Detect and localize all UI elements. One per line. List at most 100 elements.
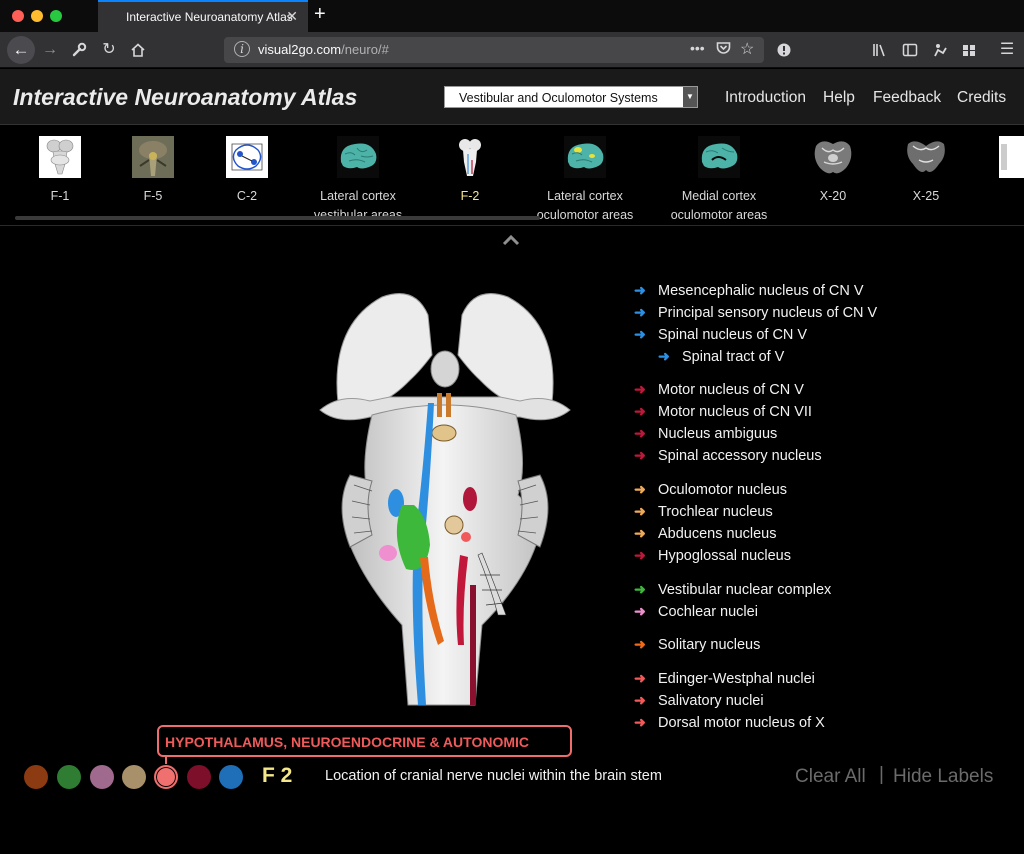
extension-info-icon[interactable] [773, 39, 795, 65]
arrow-right-icon: ➜ [634, 603, 646, 620]
thumbnail-x25[interactable]: X-25 [896, 136, 956, 206]
thumbnail-lateral-cortex-oculomotor[interactable]: Lateral cortex oculomotor areas [530, 136, 640, 225]
page-actions-icon[interactable]: ••• [690, 40, 705, 56]
arrow-right-icon: ➜ [634, 304, 646, 321]
figure-caption: Location of cranial nerve nuclei within … [325, 768, 662, 784]
thumbnail-label: F-2 [460, 189, 480, 203]
legend-item[interactable]: ➜ Cochlear nuclei [634, 603, 758, 623]
legend-item[interactable]: ➜ Spinal nucleus of CN V [634, 326, 807, 346]
thumbnail-scrollbar[interactable] [15, 216, 540, 220]
category-swatch[interactable] [90, 765, 114, 789]
thumbnail-f2[interactable]: F-2 [440, 136, 500, 206]
zoom-window-button[interactable] [50, 10, 62, 22]
chevron-up-icon[interactable] [502, 233, 520, 249]
nav-help[interactable]: Help [823, 89, 855, 107]
thumbnail-c2[interactable]: C-2 [217, 136, 277, 206]
thumbnail-lateral-cortex-vestibular[interactable]: Lateral cortex vestibular areas [305, 136, 411, 225]
url-path: /neuro/# [341, 42, 389, 57]
bookmark-star-icon[interactable]: ☆ [740, 39, 754, 59]
separator: | [879, 764, 884, 785]
arrow-right-icon: ➜ [634, 692, 646, 709]
thumbnail-strip: F-1 F-5 C-2 Lateral cortex vestibular ar… [0, 126, 1024, 226]
legend-item[interactable]: ➜ Mesencephalic nucleus of CN V [634, 282, 864, 302]
new-tab-button[interactable]: + [314, 3, 326, 26]
legend-item[interactable]: ➜ Hypoglossal nucleus [634, 547, 791, 567]
arrow-right-icon: ➜ [634, 581, 646, 598]
arrow-right-icon: ➜ [634, 447, 646, 464]
legend-item[interactable]: ➜ Solitary nucleus [634, 636, 760, 656]
legend-item[interactable]: ➜ Edinger-Westphal nuclei [634, 670, 815, 690]
legend-item[interactable]: ➜ Spinal tract of V [658, 348, 784, 368]
legend-item[interactable]: ➜ Nucleus ambiguus [634, 425, 777, 445]
category-swatch[interactable] [57, 765, 81, 789]
url-host: visual2go.com [258, 42, 342, 57]
arrow-right-icon: ➜ [634, 381, 646, 398]
clear-all-button[interactable]: Clear All [795, 766, 866, 788]
arrow-right-icon: ➜ [634, 525, 646, 542]
extension-puzzle-icon[interactable] [958, 39, 980, 65]
sidebar-icon[interactable] [899, 39, 921, 65]
category-swatch[interactable] [187, 765, 211, 789]
back-button[interactable]: ← [7, 36, 35, 64]
arrow-right-icon: ➜ [634, 547, 646, 564]
reload-icon[interactable]: ↻ [98, 39, 120, 61]
category-swatch-active[interactable] [154, 765, 178, 789]
legend-item[interactable]: ➜ Abducens nucleus [634, 525, 777, 545]
forward-button[interactable]: → [39, 39, 61, 61]
arrow-right-icon: ➜ [634, 503, 646, 520]
nav-introduction[interactable]: Introduction [725, 89, 806, 107]
minimize-window-button[interactable] [31, 10, 43, 22]
tab-active[interactable]: Interactive Neuroanatomy Atlas ✕ [98, 0, 308, 32]
section-thumbnail-image [812, 136, 854, 178]
legend-item[interactable]: ➜ Salivatory nuclei [634, 692, 764, 712]
thumbnail-partial[interactable] [999, 136, 1024, 178]
legend-item[interactable]: ➜ Motor nucleus of CN V [634, 381, 804, 401]
legend-item[interactable]: ➜ Oculomotor nucleus [634, 481, 787, 501]
arrow-right-icon: ➜ [634, 481, 646, 498]
system-select[interactable]: Vestibular and Oculomotor Systems ▼ [444, 86, 698, 108]
photo-thumbnail-image [132, 136, 174, 178]
thumbnail-medial-cortex-oculomotor[interactable]: Medial cortex oculomotor areas [665, 136, 773, 225]
legend-item[interactable]: ➜ Dorsal motor nucleus of X [634, 714, 825, 734]
thumbnail-x20[interactable]: X-20 [803, 136, 863, 206]
nav-feedback[interactable]: Feedback [873, 89, 941, 107]
app-title: Interactive Neuroanatomy Atlas [13, 84, 358, 110]
legend-item[interactable]: ➜ Trochlear nucleus [634, 503, 773, 523]
hide-labels-button[interactable]: Hide Labels [893, 766, 993, 788]
legend-item[interactable]: ➜ Spinal accessory nucleus [634, 447, 822, 467]
legend-item[interactable]: ➜ Principal sensory nucleus of CN V [634, 304, 877, 324]
thumbnail-label: X-20 [819, 189, 847, 203]
wrench-icon[interactable] [68, 39, 90, 65]
category-swatch[interactable] [219, 765, 243, 789]
extension-figure-icon[interactable] [929, 39, 951, 65]
legend-item[interactable]: ➜ Vestibular nuclear complex [634, 581, 831, 601]
category-tooltip: HYPOTHALAMUS, NEUROENDOCRINE & AUTONOMIC [157, 725, 572, 757]
thumbnail-label: F-5 [143, 189, 163, 203]
brainstem-thumbnail-image [39, 136, 81, 178]
url-text[interactable]: visual2go.com/neuro/# [258, 42, 389, 57]
arrow-right-icon: ➜ [634, 282, 646, 299]
figure-code: F 2 [262, 764, 293, 787]
close-window-button[interactable] [12, 10, 24, 22]
thumbnail-f1[interactable]: F-1 [30, 136, 90, 206]
nav-credits[interactable]: Credits [957, 89, 1006, 107]
info-icon[interactable]: i [234, 41, 250, 57]
library-icon[interactable] [869, 39, 891, 65]
arrow-right-icon: ➜ [634, 326, 646, 343]
home-icon[interactable] [127, 39, 149, 65]
browser-window: Interactive Neuroanatomy Atlas ✕ + ← → ↻… [0, 0, 1024, 854]
thumbnail-label: X-25 [912, 189, 940, 203]
arrow-right-icon: ➜ [634, 636, 646, 653]
cortex-thumbnail-image [337, 136, 379, 178]
pocket-icon[interactable] [716, 41, 731, 59]
close-tab-icon[interactable]: ✕ [286, 8, 298, 25]
category-swatch[interactable] [122, 765, 146, 789]
legend-item[interactable]: ➜ Motor nucleus of CN VII [634, 403, 812, 423]
section-thumbnail-image [905, 136, 947, 178]
brainstem-illustration [319, 293, 571, 706]
thumbnail-f5[interactable]: F-5 [123, 136, 183, 206]
url-bar[interactable]: i visual2go.com/neuro/# ••• ☆ [224, 37, 764, 63]
category-swatch[interactable] [24, 765, 48, 789]
arrow-right-icon: ➜ [658, 348, 670, 365]
hamburger-menu-icon[interactable]: ☰ [996, 39, 1018, 61]
